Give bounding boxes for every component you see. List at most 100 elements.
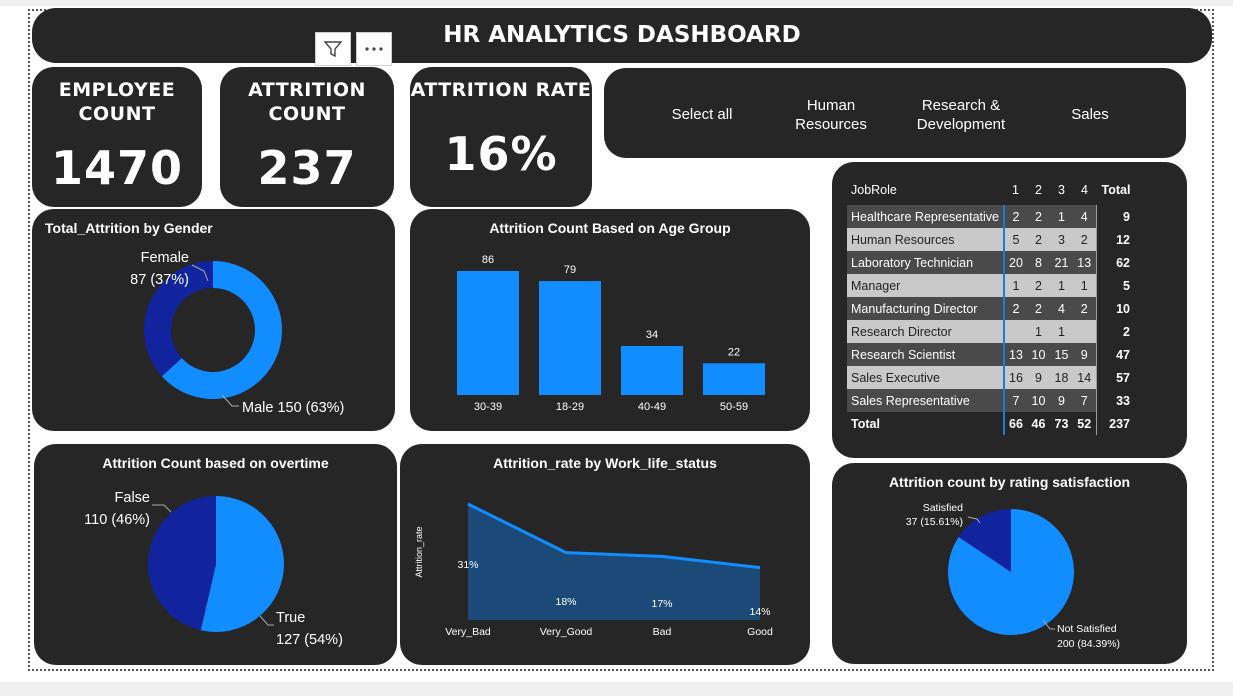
column-header[interactable]: 4: [1073, 178, 1096, 201]
matrix-cell: 2: [1027, 274, 1050, 297]
matrix-cell: 16: [1004, 366, 1027, 389]
slicer-item-select-all[interactable]: Select all: [652, 105, 752, 124]
matrix-cell: 1: [1050, 205, 1073, 228]
age-bar-chart: 86 30-39 79 18-29 34 40-49 22 50-59: [457, 254, 765, 413]
matrix-row[interactable]: Healthcare Representative 2 2 1 4 9: [847, 205, 1136, 228]
matrix-row[interactable]: Research Director 1 1 2: [847, 320, 1136, 343]
row-label: Manufacturing Director: [847, 297, 1005, 320]
kpi-value: 16%: [444, 127, 558, 181]
data-label: 14%: [749, 606, 770, 618]
column-header[interactable]: 1: [1004, 178, 1027, 201]
matrix-cell: 1: [1050, 320, 1073, 343]
data-label: 31%: [457, 559, 478, 571]
matrix-header-row: JobRole 1 2 3 4 Total: [847, 178, 1136, 201]
column-header[interactable]: 3: [1050, 178, 1073, 201]
y-axis-label: Attrition_rate: [414, 526, 424, 577]
matrix-cell: 2: [1027, 205, 1050, 228]
matrix-row[interactable]: Laboratory Technician 20 8 21 13 62: [847, 251, 1136, 274]
matrix-cell: [1004, 320, 1027, 343]
data-label: 110 (46%): [84, 512, 150, 528]
x-tick-label: Bad: [653, 626, 672, 638]
slicer-item-sales[interactable]: Sales: [1050, 105, 1130, 124]
kpi-title-line1: EMPLOYEE: [58, 79, 176, 101]
data-label: 200 (84.39%): [1057, 638, 1120, 650]
row-label: Human Resources: [847, 228, 1005, 251]
row-total-cell: 10: [1095, 297, 1136, 320]
kpi-value: 1470: [50, 141, 184, 195]
column-header[interactable]: 2: [1027, 178, 1050, 201]
slicer-item-label: Development: [916, 116, 1006, 133]
x-tick-label: 50-59: [720, 401, 748, 413]
satisfaction-chart-card: Attrition count by rating satisfaction S…: [832, 463, 1187, 664]
matrix-cell: 5: [1004, 228, 1027, 251]
slicer-item-human-resources[interactable]: Human Resources: [776, 96, 886, 134]
slicer-item-label: Sales: [1071, 106, 1109, 123]
matrix-cell: 1: [1004, 274, 1027, 297]
matrix-cell: 15: [1050, 343, 1073, 366]
column-header[interactable]: Total: [1096, 178, 1136, 201]
matrix-cell: 2: [1073, 297, 1096, 320]
data-label: Female: [141, 250, 189, 266]
row-total-cell: 62: [1095, 251, 1136, 274]
matrix-row[interactable]: Manufacturing Director 2 2 4 2 10: [847, 297, 1136, 320]
row-label: Manager: [847, 274, 1005, 297]
x-tick-label: Very_Bad: [445, 626, 491, 638]
matrix-row[interactable]: Sales Executive 16 9 18 14 57: [847, 366, 1136, 389]
x-tick-label: 18-29: [556, 401, 584, 413]
matrix-cell: 2: [1027, 228, 1050, 251]
matrix-row[interactable]: Manager 1 2 1 1 5: [847, 274, 1136, 297]
bar: [621, 345, 683, 395]
slicer-item-label: Resources: [795, 116, 867, 133]
matrix-cell: 46: [1027, 412, 1050, 435]
row-label: Healthcare Representative: [847, 205, 1005, 228]
overtime-pie-chart: False 110 (46%) True 127 (54%): [84, 490, 343, 648]
row-label: Research Director: [847, 320, 1005, 343]
kpi-value: 237: [257, 141, 357, 195]
kpi-title-line2: COUNT: [268, 103, 346, 125]
row-total-cell: 2: [1095, 320, 1136, 343]
slicer-item-research-development[interactable]: Research & Development: [901, 96, 1021, 134]
matrix-row[interactable]: Human Resources 5 2 3 2 12: [847, 228, 1136, 251]
top-strip: [0, 0, 1233, 6]
data-label: 87 (37%): [130, 272, 189, 288]
matrix-cell: 66: [1004, 412, 1027, 435]
data-label: 18%: [555, 596, 576, 608]
kpi-attrition-count: ATTRITION COUNT 237: [220, 67, 394, 207]
column-header[interactable]: JobRole: [847, 178, 1004, 201]
more-options-button[interactable]: [356, 32, 392, 66]
data-label: 127 (54%): [276, 632, 343, 648]
matrix-cell: 14: [1073, 366, 1096, 389]
worklife-chart-card: Attrition_rate by Work_life_status 31% 18…: [400, 444, 810, 665]
matrix-cell: 2: [1004, 205, 1027, 228]
row-label: Sales Executive: [847, 366, 1005, 389]
matrix-row[interactable]: Research Scientist 13 10 15 9 47: [847, 343, 1136, 366]
filter-button[interactable]: [315, 32, 351, 66]
dashboard-canvas: HR ANALYTICS DASHBOARD EMPLOYEE COUNT 14…: [0, 0, 1233, 696]
bar-value-label: 34: [646, 329, 658, 341]
jobrole-matrix: JobRole 1 2 3 4 Total Healthcare Representativ…: [847, 178, 1136, 435]
bottom-strip: [0, 682, 1233, 696]
matrix-cell: [1073, 320, 1096, 343]
matrix-cell: 52: [1073, 412, 1096, 435]
department-slicer: Select all Human Resources Research & De…: [604, 68, 1186, 158]
kpi-title-line1: ATTRITION: [248, 79, 366, 101]
overtime-chart-card: Attrition Count based on overtime False 1…: [34, 444, 397, 665]
page-title: HR ANALYTICS DASHBOARD: [443, 22, 801, 48]
matrix-cell: 1: [1027, 320, 1050, 343]
matrix-cell: 7: [1073, 389, 1096, 412]
matrix-cell: 13: [1004, 343, 1027, 366]
matrix-cell: 73: [1050, 412, 1073, 435]
matrix-total-row[interactable]: Total 66 46 73 52 237: [847, 412, 1136, 435]
matrix-row[interactable]: Sales Representative 7 10 9 7 33: [847, 389, 1136, 412]
worklife-area-chart: 31% 18% 17% 14% Very_Bad Very_Good Bad Good Attr…: [414, 502, 773, 638]
data-label: Male 150 (63%): [242, 400, 344, 416]
matrix-cell: 2: [1004, 297, 1027, 320]
row-total-cell: 47: [1095, 343, 1136, 366]
kpi-employee-count: EMPLOYEE COUNT 1470: [32, 67, 202, 207]
matrix-cell: 7: [1004, 389, 1027, 412]
matrix-cell: 21: [1050, 251, 1073, 274]
data-label: Not Satisfied: [1057, 623, 1117, 635]
matrix-cell: 2: [1027, 297, 1050, 320]
data-label: Satisfied: [923, 502, 963, 514]
matrix-cell: 4: [1050, 297, 1073, 320]
